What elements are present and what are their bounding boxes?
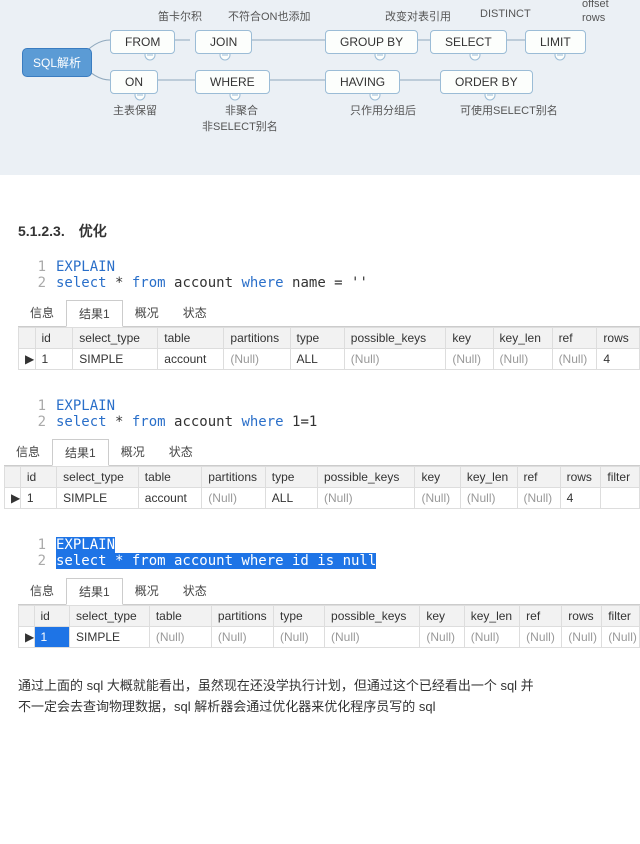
- col-table[interactable]: table: [158, 328, 224, 349]
- lbl-on-bottom: 主表保留: [113, 102, 157, 118]
- node-join: JOIN: [195, 30, 252, 54]
- tabs-b: 信息 结果1 概况 状态: [4, 438, 640, 466]
- lbl-limit-offset: offset: [582, 0, 609, 10]
- result-table-c: id select_type table partitions type pos…: [18, 605, 640, 648]
- node-from: FROM: [110, 30, 175, 54]
- tab-profile[interactable]: 概况: [109, 439, 157, 466]
- node-where: WHERE: [195, 70, 270, 94]
- col-select_type[interactable]: select_type: [73, 328, 158, 349]
- sql-parse-diagram: SQL解析 FROM JOIN GROUP BY SELECT LIMIT ON…: [0, 0, 640, 175]
- tabs-c: 信息 结果1 概况 状态: [18, 577, 640, 605]
- tab-result[interactable]: 结果1: [52, 439, 109, 466]
- tabs-a: 信息 结果1 概况 状态: [18, 299, 640, 327]
- diagram-connectors: [0, 0, 640, 175]
- tab-profile[interactable]: 概况: [123, 300, 171, 327]
- table-row[interactable]: ▶ 1 SIMPLE account (Null) ALL (Null) (Nu…: [19, 349, 640, 370]
- lbl-orderby-bottom: 可使用SELECT别名: [460, 102, 558, 118]
- lbl-where-b2: 非SELECT别名: [202, 118, 278, 134]
- node-orderby: ORDER BY: [440, 70, 533, 94]
- tab-profile[interactable]: 概况: [123, 578, 171, 605]
- code-block-b: 1EXPLAIN 2select * from account where 1=…: [22, 398, 640, 430]
- diagram-root: SQL解析: [22, 48, 92, 77]
- lbl-select-top: DISTINCT: [480, 8, 531, 20]
- code-block-a: 1EXPLAIN 2select * from account where na…: [22, 259, 640, 291]
- result-table-a: id select_type table partitions type pos…: [18, 327, 640, 370]
- node-limit: LIMIT: [525, 30, 586, 54]
- kw-explain: EXPLAIN: [56, 259, 115, 275]
- node-groupby: GROUP BY: [325, 30, 418, 54]
- tab-info[interactable]: 信息: [18, 300, 66, 327]
- tab-state[interactable]: 状态: [171, 578, 219, 605]
- table-row[interactable]: ▶ 1 SIMPLE account (Null) ALL (Null) (Nu…: [5, 488, 640, 509]
- section-heading: 5.1.2.3. 优化: [18, 221, 640, 241]
- code-block-c: 1EXPLAIN 2select * from account where id…: [22, 537, 640, 569]
- selected-cell: 1: [34, 627, 69, 648]
- col-rows[interactable]: rows: [597, 328, 640, 349]
- table-header-row: id select_type table partitions type pos…: [5, 467, 640, 488]
- tab-state[interactable]: 状态: [171, 300, 219, 327]
- tab-result[interactable]: 结果1: [66, 578, 123, 605]
- tab-info[interactable]: 信息: [4, 439, 52, 466]
- node-select: SELECT: [430, 30, 507, 54]
- lbl-join-top: 不符合ON也添加: [228, 8, 311, 24]
- table-header-row: id select_type table partitions type pos…: [19, 606, 640, 627]
- col-type[interactable]: type: [290, 328, 344, 349]
- table-row[interactable]: ▶ 1 SIMPLE (Null) (Null) (Null) (Null) (…: [19, 627, 640, 648]
- tab-info[interactable]: 信息: [18, 578, 66, 605]
- col-key_len[interactable]: key_len: [493, 328, 552, 349]
- lbl-from-top: 笛卡尔积: [158, 8, 202, 24]
- lbl-limit-rows: rows: [582, 12, 605, 24]
- lbl-where-b1: 非聚合: [225, 102, 258, 118]
- result-table-b: id select_type table partitions type pos…: [4, 466, 640, 509]
- node-on: ON: [110, 70, 158, 94]
- highlighted-code: select * from account where id is null: [56, 553, 376, 569]
- lbl-having-bottom: 只作用分组后: [350, 102, 416, 118]
- col-key[interactable]: key: [446, 328, 493, 349]
- highlighted-code: EXPLAIN: [56, 537, 115, 553]
- tab-state[interactable]: 状态: [157, 439, 205, 466]
- lbl-groupby-top: 改变对表引用: [385, 8, 451, 24]
- col-partitions[interactable]: partitions: [224, 328, 290, 349]
- node-having: HAVING: [325, 70, 400, 94]
- table-header-row: id select_type table partitions type pos…: [19, 328, 640, 349]
- body-text: 通过上面的 sql 大概就能看出，虽然现在还没学执行计划，但通过这个已经看出一个…: [18, 676, 622, 718]
- col-possible_keys[interactable]: possible_keys: [344, 328, 446, 349]
- tab-result[interactable]: 结果1: [66, 300, 123, 327]
- row-marker-icon: ▶: [19, 349, 36, 370]
- col-id[interactable]: id: [35, 328, 73, 349]
- col-ref[interactable]: ref: [552, 328, 597, 349]
